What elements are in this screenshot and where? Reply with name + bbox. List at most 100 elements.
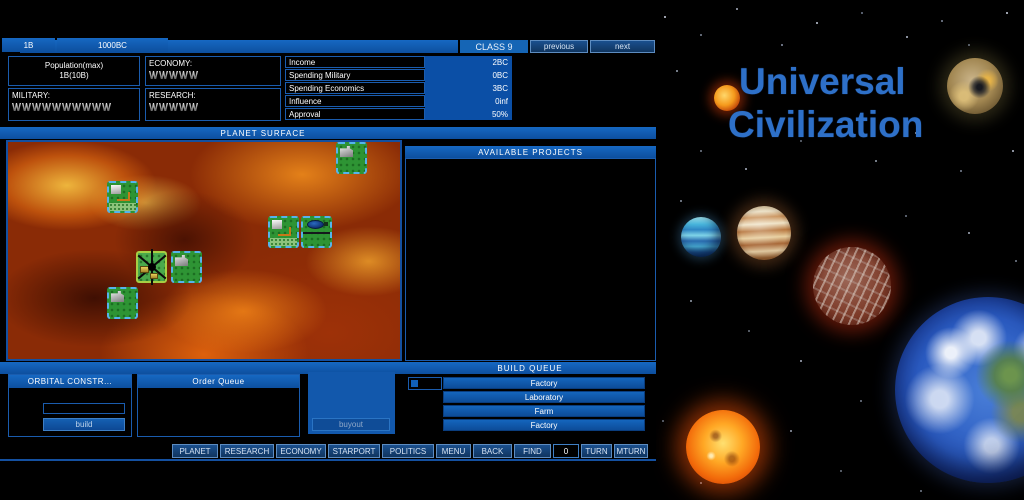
build-queue-item[interactable]: Farm — [443, 405, 645, 417]
budget-labels-column: Income Spending Military Spending Econom… — [285, 56, 425, 121]
planet-class-badge: CLASS 9 — [460, 40, 528, 53]
population-value: 1B(10B) — [59, 71, 88, 81]
surface-tile-laboratory[interactable] — [301, 216, 332, 248]
research-unit-icon — [159, 103, 168, 111]
game-title-line1: Universal — [739, 63, 906, 100]
economy-strength-icons — [149, 71, 277, 79]
universal-civilization-banner: { "window": { "icon": "eagle-wings-icon"… — [0, 0, 1024, 500]
starfield — [0, 0, 2, 2]
military-unit-icon — [12, 103, 21, 111]
budget-row-value: 0BC — [425, 69, 512, 82]
starport-button[interactable]: STARPORT — [328, 444, 380, 458]
economy-unit-icon — [169, 71, 178, 79]
budget-row-label: Income — [285, 56, 425, 68]
planet-button[interactable]: PLANET — [172, 444, 218, 458]
budget-row-value: 50% — [425, 108, 512, 121]
research-panel: RESEARCH: — [145, 88, 281, 121]
buyout-panel: buyout — [308, 372, 395, 434]
rocky-moon-planet — [947, 58, 1003, 114]
find-button[interactable]: FIND — [514, 444, 551, 458]
military-unit-icon — [32, 103, 41, 111]
research-strength-icons — [149, 103, 277, 111]
research-button[interactable]: RESEARCH — [220, 444, 274, 458]
budget-row-label: Spending Economics — [285, 82, 425, 94]
sun — [686, 410, 760, 484]
factory-icon — [111, 291, 124, 302]
military-label: MILITARY: — [12, 91, 50, 100]
build-queue-item[interactable]: Factory — [443, 377, 645, 389]
research-unit-icon — [169, 103, 178, 111]
surface-tile-factory[interactable] — [336, 142, 367, 174]
laboratory-dot-icon — [324, 222, 328, 226]
available-projects-header: AVAILABLE PROJECTS — [405, 146, 656, 158]
laboratory-dome-icon — [307, 220, 324, 229]
laboratory-road-icon — [303, 232, 330, 234]
mturn-button[interactable]: MTURN — [614, 444, 648, 458]
back-button[interactable]: BACK — [473, 444, 512, 458]
farm-path-icon — [278, 227, 291, 236]
orbital-construction-panel: ORBITAL CONSTR... build — [8, 374, 132, 437]
military-strength-icons — [12, 103, 136, 111]
available-projects-list[interactable] — [405, 158, 656, 361]
previous-planet-button[interactable]: previous — [530, 40, 588, 53]
orbital-build-input[interactable] — [43, 403, 125, 414]
game-title-line2: Civilization — [728, 106, 923, 143]
find-input[interactable]: 0 — [553, 444, 579, 458]
build-queue-item[interactable]: Factory — [443, 419, 645, 431]
year-readout: 1000BC — [57, 38, 168, 52]
population-readout: 1B — [2, 38, 55, 52]
build-progress-fill — [411, 380, 418, 387]
research-unit-icon — [149, 103, 158, 111]
planet-surface-map[interactable] — [6, 140, 402, 361]
farm-field-icon — [109, 203, 136, 211]
jupiter-planet — [737, 206, 791, 260]
orbital-construction-header: ORBITAL CONSTR... — [9, 375, 131, 388]
surface-tile-factory[interactable] — [171, 251, 202, 283]
politics-button[interactable]: POLITICS — [382, 444, 434, 458]
military-unit-icon — [82, 103, 91, 111]
military-unit-icon — [22, 103, 31, 111]
farm-field-icon — [270, 238, 297, 246]
economy-unit-icon — [189, 71, 198, 79]
budget-row-value: 3BC — [425, 82, 512, 95]
surface-tile-factory[interactable] — [107, 287, 138, 319]
main-toolbar: PLANET RESEARCH ECONOMY STARPORT POLITIC… — [172, 444, 648, 458]
research-label: RESEARCH: — [149, 91, 196, 100]
economy-unit-icon — [149, 71, 158, 79]
budget-row-value: 2BC — [425, 56, 512, 69]
next-planet-button[interactable]: next — [590, 40, 655, 53]
military-unit-icon — [42, 103, 51, 111]
surface-tile-selected[interactable] — [136, 251, 167, 283]
budget-row-label: Spending Military — [285, 69, 425, 81]
economy-button[interactable]: ECONOMY — [276, 444, 326, 458]
economy-unit-icon — [179, 71, 188, 79]
budget-row-label: Approval — [285, 108, 425, 120]
economy-unit-icon — [159, 71, 168, 79]
menu-button[interactable]: MENU — [436, 444, 471, 458]
window-bottom-edge — [0, 459, 656, 461]
factory-icon — [175, 255, 188, 266]
research-unit-icon — [189, 103, 198, 111]
build-queue-item[interactable]: Laboratory — [443, 391, 645, 403]
game-window: Fire CLASS 9 previous next Population(ma… — [0, 38, 656, 462]
buyout-button[interactable]: buyout — [312, 418, 390, 431]
population-label: Population(max) — [45, 61, 103, 71]
military-unit-icon — [52, 103, 61, 111]
budget-row-label: Influence — [285, 95, 425, 107]
military-unit-icon — [72, 103, 81, 111]
blue-striped-planet — [681, 217, 721, 257]
economy-label: ECONOMY: — [149, 59, 192, 68]
military-unit-icon — [92, 103, 101, 111]
orbital-build-button[interactable]: build — [43, 418, 125, 431]
surface-tile-farm[interactable] — [107, 181, 138, 213]
budget-row-value: 0inf — [425, 95, 512, 108]
budget-values-column: 2BC 0BC 3BC 0inf 50% — [425, 56, 512, 120]
construction-icon — [150, 273, 158, 279]
build-progress-bar — [408, 377, 442, 390]
economy-panel: ECONOMY: — [145, 56, 281, 86]
turn-button[interactable]: TURN — [581, 444, 612, 458]
population-panel: Population(max) 1B(10B) — [8, 56, 140, 86]
selection-center-icon — [148, 263, 156, 271]
research-unit-icon — [179, 103, 188, 111]
surface-tile-farm[interactable] — [268, 216, 299, 248]
